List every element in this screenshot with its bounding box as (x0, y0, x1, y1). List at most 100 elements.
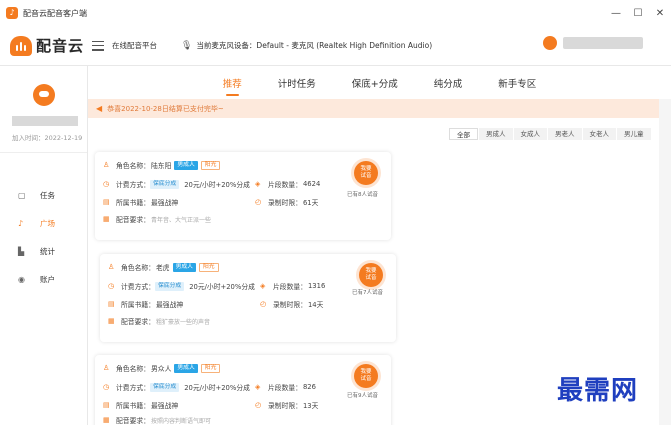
speaker-icon: ◀ (96, 104, 103, 113)
platform-link[interactable]: 在线配音平台 (112, 40, 157, 51)
filter-female-elder[interactable]: 女老人 (582, 128, 616, 140)
tab-timed-tasks[interactable]: 计时任务 (278, 66, 316, 99)
task-card[interactable]: ♙ 角色名称： 老虎 男成人 阳光 ◷ 计费方式： 保底分成 20元/小时+20… (100, 254, 396, 342)
task-card[interactable]: ♙ 角色名称： 男众人 男成人 阳光 ◷ 计费方式： 保底分成 20元/小时+2… (95, 355, 391, 425)
tab-pure-share[interactable]: 纯分成 (434, 66, 463, 99)
book-icon: ▤ (103, 400, 110, 409)
scrollbar[interactable] (659, 99, 671, 425)
profile-name-redacted (12, 116, 78, 126)
app-icon: ♪ (6, 7, 18, 19)
username-redacted (563, 37, 643, 49)
person-icon: ♙ (108, 262, 115, 271)
requirement-row: ▦ 配音要求： 按照内容判断语气即可 (103, 415, 211, 425)
app-header: 配音云 在线配音平台 🎙 当前麦克风设备：Default - 麦克风 (Real… (0, 26, 671, 66)
microphone-device-label[interactable]: 当前麦克风设备：Default - 麦克风 (Realtek High Defi… (196, 40, 432, 51)
role-name: 陆东阳 (150, 162, 172, 170)
task-card[interactable]: ♙ 角色名称： 陆东阳 男成人 阳光 ◷ 计费方式： 保底分成 20元/小时+2… (95, 152, 391, 240)
book-row: ▤ 所属书籍： 最强战神 (108, 299, 184, 310)
timer-icon: ◴ (260, 299, 267, 308)
sidebar-item-stats[interactable]: ▙ 统计 (0, 237, 87, 265)
book-name: 最强战神 (155, 301, 184, 309)
user-avatar[interactable] (543, 36, 557, 50)
billing-tag: 保底分成 (149, 382, 180, 392)
menu-icon[interactable] (92, 40, 104, 51)
requirement-text: 青年音、大气正派一些 (150, 216, 211, 224)
requirement-row: ▦ 配音要求： 粗犷豪放一些的声音 (108, 316, 210, 327)
billing-value: 20元/小时+20%分成 (189, 283, 255, 291)
sidebar-item-square[interactable]: ♪ 广场 (0, 209, 87, 237)
gender-tag: 男成人 (174, 160, 198, 170)
requirement-row: ▦ 配音要求： 青年音、大气正派一些 (103, 214, 211, 225)
book-name: 最强战神 (150, 199, 179, 207)
tab-newbie[interactable]: 新手专区 (498, 66, 536, 99)
record-time: 14天 (307, 301, 324, 309)
logo: 配音云 (0, 35, 88, 56)
filter-male-child[interactable]: 男儿童 (617, 128, 651, 140)
logo-text: 配音云 (36, 37, 85, 55)
clip-row: ◈ 片段数量： 826 (255, 382, 316, 393)
book-row: ▤ 所属书籍： 最强战神 (103, 400, 179, 411)
filter-male-adult[interactable]: 男成人 (479, 128, 513, 140)
book-name: 最强战神 (150, 402, 179, 410)
style-tag: 阳光 (200, 160, 221, 170)
stack-icon: ◈ (255, 382, 261, 391)
time-row: ◴ 录制时限： 14天 (260, 299, 324, 310)
person-icon: ♙ (103, 160, 110, 169)
clip-count: 826 (302, 383, 316, 391)
sidebar-item-tasks[interactable]: ▢ 任务 (0, 181, 87, 209)
clip-count: 1316 (307, 282, 326, 290)
person-icon: ♙ (103, 363, 110, 372)
document-icon: ▦ (108, 316, 115, 325)
document-icon: ▦ (103, 415, 110, 424)
filter-female-adult[interactable]: 女成人 (513, 128, 547, 140)
sidebar-item-label: 广场 (40, 218, 55, 228)
sidebar-item-account[interactable]: ◉ 账户 (0, 265, 87, 293)
audition-button[interactable]: 我要 试音 (354, 364, 378, 388)
audition-count: 已有9人试音 (347, 393, 378, 399)
timer-icon: ◴ (255, 197, 262, 206)
clip-row: ◈ 片段数量： 1316 (260, 281, 326, 292)
main-tabs: 推荐 计时任务 保底+分成 纯分成 新手专区 (88, 66, 671, 99)
user-menu[interactable] (543, 36, 643, 50)
clock-icon: ◷ (108, 281, 115, 290)
minimize-button[interactable]: — (605, 0, 627, 26)
audition-button[interactable]: 我要 试音 (359, 263, 383, 287)
notice-text: 恭喜2022-10-28日结算已支付完毕~ (107, 104, 224, 113)
maximize-button[interactable]: ☐ (627, 0, 649, 26)
voice-filter-group: 全部 男成人 女成人 男老人 女老人 男儿童 (448, 128, 651, 140)
role-row: ♙ 角色名称： 陆东阳 男成人 阳光 (103, 160, 221, 170)
title-bar: ♪ 配音云配音客户端 — ☐ ✕ (0, 0, 671, 26)
clock-icon: ◷ (103, 382, 110, 391)
billing-tag: 保底分成 (149, 179, 180, 189)
time-row: ◴ 录制时限： 13天 (255, 400, 319, 411)
book-row: ▤ 所属书籍： 最强战神 (103, 197, 179, 208)
filter-male-elder[interactable]: 男老人 (548, 128, 582, 140)
sidebar-item-label: 任务 (40, 190, 55, 200)
clock-icon: ◷ (103, 179, 110, 188)
billing-row: ◷ 计费方式： 保底分成 20元/小时+20%分成 (103, 382, 250, 392)
book-icon: ▤ (108, 299, 115, 308)
billing-row: ◷ 计费方式： 保底分成 20元/小时+20%分成 (108, 281, 255, 291)
time-row: ◴ 录制时限： 61天 (255, 197, 319, 208)
stack-icon: ◈ (255, 179, 261, 188)
audition-button[interactable]: 我要 试音 (354, 161, 378, 185)
join-date: 加入时间：2022-12-19 (12, 134, 83, 142)
microphone-icon: 🎙 (181, 40, 193, 51)
stack-icon: ◈ (260, 281, 266, 290)
billing-value: 20元/小时+20%分成 (184, 181, 250, 189)
profile-avatar[interactable] (32, 84, 55, 106)
logo-cloud-icon (10, 35, 32, 56)
filter-all[interactable]: 全部 (449, 128, 478, 140)
billing-row: ◷ 计费方式： 保底分成 20元/小时+20%分成 (103, 179, 250, 189)
document-icon: ▦ (103, 214, 110, 223)
requirement-text: 粗犷豪放一些的声音 (155, 318, 210, 326)
gender-tag: 男成人 (174, 363, 198, 373)
clip-count: 4624 (302, 180, 321, 188)
window-title: 配音云配音客户端 (23, 8, 87, 18)
book-icon: ▤ (103, 197, 110, 206)
tab-guarantee-share[interactable]: 保底+分成 (352, 66, 398, 99)
sidebar-divider (0, 152, 87, 153)
role-row: ♙ 角色名称： 老虎 男成人 阳光 (108, 262, 219, 272)
tab-recommend[interactable]: 推荐 (223, 66, 242, 99)
close-button[interactable]: ✕ (649, 0, 671, 26)
